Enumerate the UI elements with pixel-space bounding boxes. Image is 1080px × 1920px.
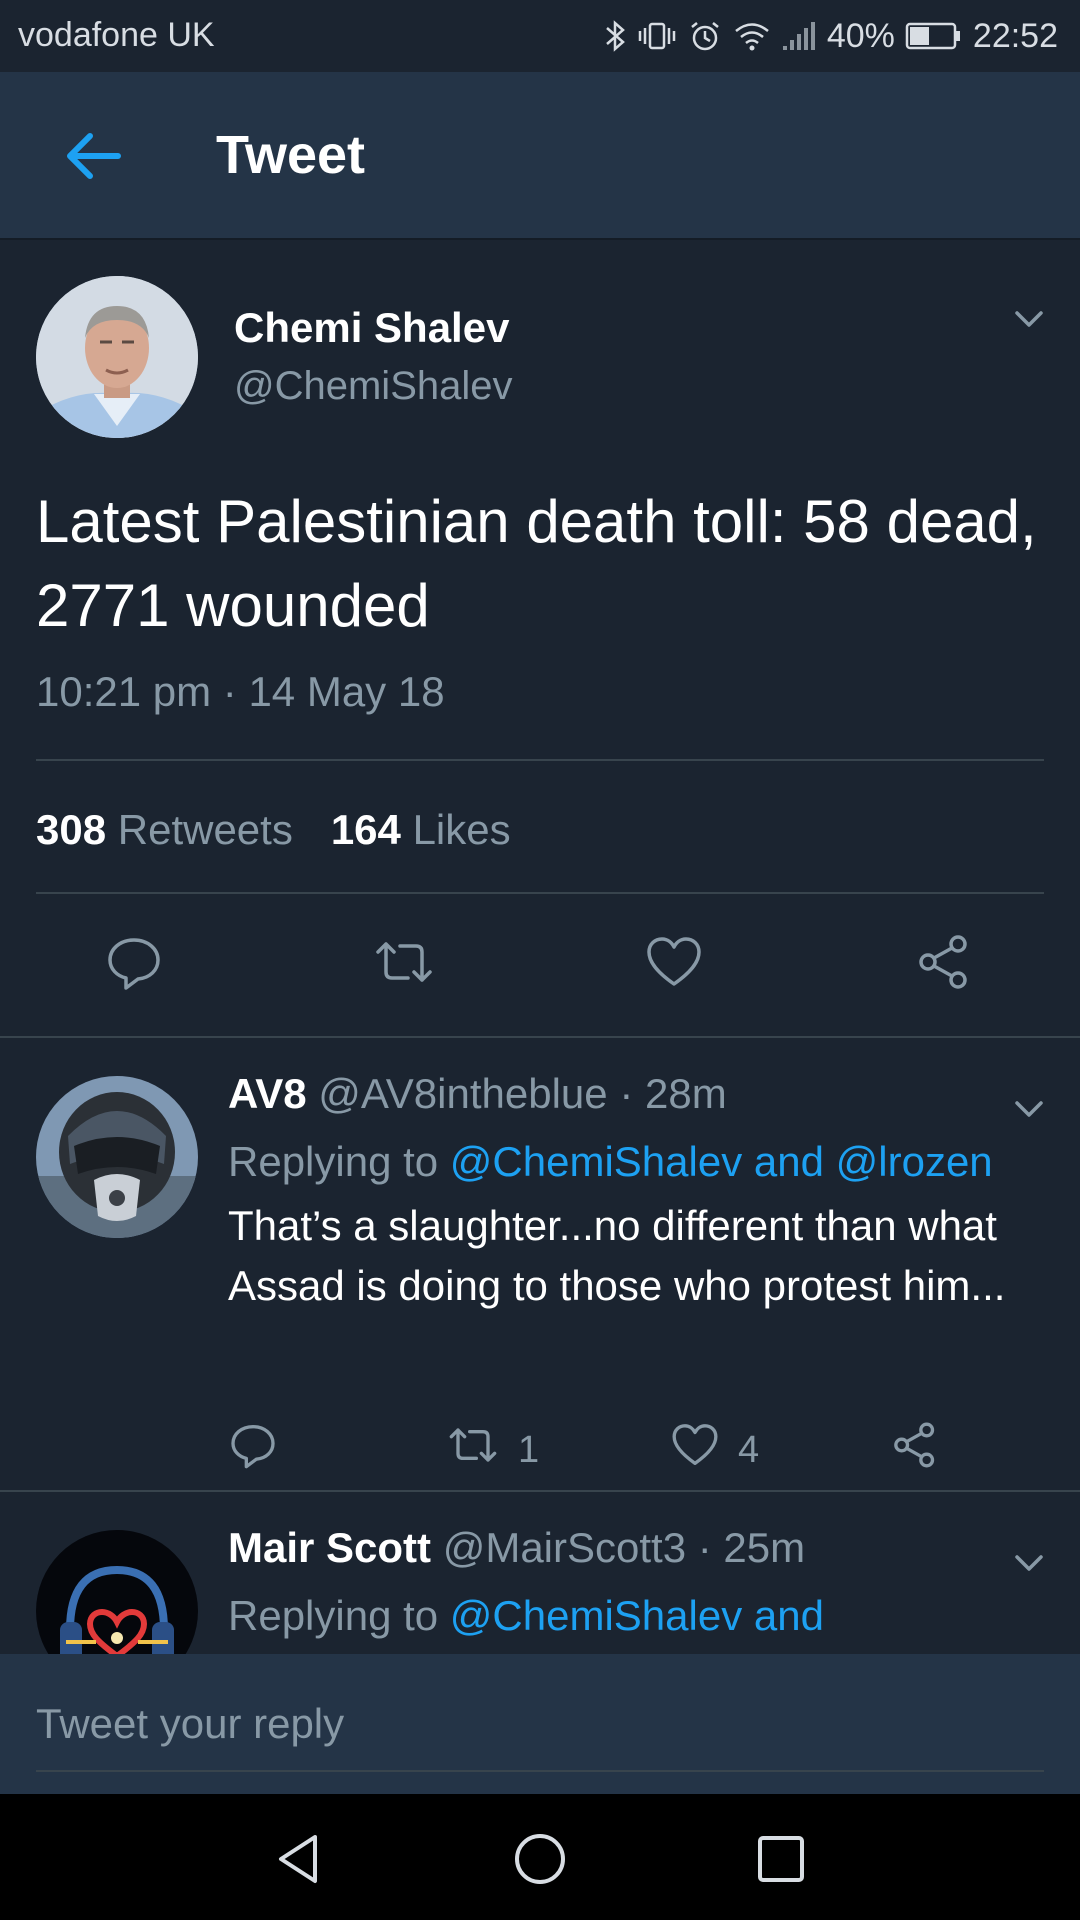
- replying-to: Replying to @ChemiShalev and: [228, 1592, 824, 1640]
- wifi-icon: [733, 18, 771, 54]
- author-name[interactable]: Chemi Shalev: [234, 304, 509, 352]
- alarm-icon: [687, 18, 723, 54]
- retweets-stat[interactable]: 308 Retweets: [36, 806, 293, 854]
- reply-actions: 1 4: [0, 1420, 1080, 1480]
- reply-time: · 25m: [697, 1524, 806, 1571]
- retweet-count: 1: [518, 1428, 540, 1471]
- reply-author-name[interactable]: AV8: [228, 1070, 307, 1117]
- likes-label: Likes: [412, 806, 511, 853]
- like-count: 4: [738, 1428, 760, 1471]
- bluetooth-icon: [603, 18, 627, 54]
- reply-time: · 28m: [619, 1070, 727, 1117]
- retweet-icon: [446, 1420, 500, 1480]
- status-icons: 40% 22:52: [603, 10, 1058, 62]
- reply-text: That’s a slaughter...no different than w…: [228, 1202, 1006, 1309]
- author-handle[interactable]: @ChemiShalev: [234, 364, 513, 409]
- reply-author-name[interactable]: Mair Scott: [228, 1524, 431, 1571]
- retweet-icon[interactable]: [372, 930, 436, 994]
- replying-prefix: Replying to: [228, 1592, 439, 1639]
- like-icon[interactable]: [642, 930, 706, 994]
- reply-header: Mair Scott @MairScott3 · 25m: [228, 1524, 805, 1572]
- reply-icon[interactable]: [228, 1420, 278, 1470]
- reply-tweet[interactable]: Mair Scott @MairScott3 · 25m Replying to…: [0, 1492, 1080, 1654]
- share-icon[interactable]: [912, 930, 976, 994]
- replying-prefix: Replying to: [228, 1138, 439, 1185]
- chevron-down-icon[interactable]: [1010, 300, 1048, 338]
- likes-count: 164: [330, 806, 401, 853]
- clock-time: 22:52: [972, 16, 1058, 55]
- carrier-name: vodafone UK: [18, 16, 215, 54]
- chevron-down-icon[interactable]: [1010, 1090, 1048, 1128]
- chevron-down-icon[interactable]: [1010, 1544, 1048, 1582]
- system-nav-bar: [0, 1794, 1080, 1920]
- avatar[interactable]: [36, 1076, 198, 1238]
- battery-icon: [905, 21, 963, 51]
- reply-author-handle[interactable]: @AV8intheblue: [318, 1070, 607, 1117]
- tweet-text: Latest Palestinian death toll: 58 dead, …: [36, 488, 1037, 639]
- top-app-bar: Tweet: [0, 72, 1080, 240]
- nav-back-icon[interactable]: [264, 1824, 334, 1894]
- signal-icon: [781, 18, 817, 54]
- tweet-stats: 308 Retweets 164 Likes: [36, 806, 511, 854]
- page-title: Tweet: [216, 125, 366, 185]
- tweet-actions: [0, 930, 1080, 1000]
- share-icon[interactable]: [890, 1420, 940, 1470]
- replying-to: Replying to @ChemiShalev and @lrozen: [228, 1138, 993, 1186]
- avatar[interactable]: [36, 1530, 198, 1654]
- retweets-label: Retweets: [117, 806, 293, 853]
- replying-to-link[interactable]: @ChemiShalev and: [450, 1592, 824, 1639]
- reply-compose-bar: [0, 1654, 1080, 1794]
- reply-input[interactable]: [36, 1672, 1044, 1772]
- likes-stat[interactable]: 164 Likes: [331, 806, 511, 854]
- divider: [36, 759, 1044, 761]
- like-icon: [670, 1420, 720, 1480]
- tweet-timestamp: 10:21 pm · 14 May 18: [36, 668, 445, 715]
- back-arrow-icon[interactable]: [52, 122, 132, 190]
- reply-tweet[interactable]: AV8 @AV8intheblue · 28m Replying to @Che…: [0, 1038, 1080, 1492]
- reply-icon[interactable]: [102, 930, 166, 994]
- retweets-count: 308: [36, 806, 107, 853]
- nav-recents-icon[interactable]: [746, 1824, 816, 1894]
- retweet-button[interactable]: 1: [446, 1420, 539, 1480]
- reply-header: AV8 @AV8intheblue · 28m: [228, 1070, 727, 1118]
- main-tweet: Chemi Shalev @ChemiShalev Latest Palesti…: [0, 240, 1080, 1038]
- avatar[interactable]: [36, 276, 198, 438]
- status-bar: vodafone UK 40% 22:52: [0, 0, 1080, 72]
- replying-to-link[interactable]: @ChemiShalev and @lrozen: [450, 1138, 993, 1185]
- nav-home-icon[interactable]: [505, 1824, 575, 1894]
- reply-author-handle[interactable]: @MairScott3: [443, 1524, 686, 1571]
- vibrate-icon: [637, 18, 677, 54]
- divider: [36, 892, 1044, 894]
- battery-percent: 40%: [826, 16, 895, 55]
- like-button[interactable]: 4: [670, 1420, 759, 1480]
